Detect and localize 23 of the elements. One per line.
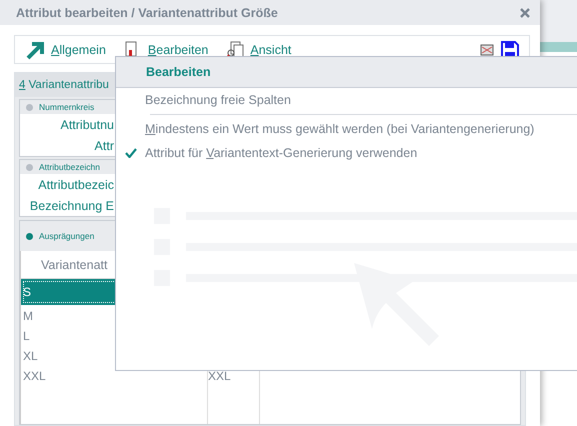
table-cell-text: XXL	[207, 368, 231, 382]
menu-item[interactable]: Mindestens ein Wert muss gewählt werden (bei Variantengenerierung)	[145, 122, 534, 136]
table-cell-text: L	[22, 328, 31, 342]
menu-item[interactable]: Attribut für Variantentext-Generierung verwenden	[145, 146, 418, 160]
panel-title[interactable]: 4 Variantenattribu	[19, 79, 109, 91]
section-title: Attributbezeichn	[39, 162, 100, 172]
toolbar-menu-button[interactable]: Allgemein	[25, 40, 106, 60]
field-label: Attributnu	[60, 118, 114, 132]
window-title: Attribut bearbeiten / Variantenattribut Größe	[16, 6, 278, 20]
table-cell-text: XXL	[22, 368, 47, 382]
arrow-icon	[25, 40, 45, 60]
column-header: Variantenatt	[40, 258, 108, 272]
menu-title: Bearbeiten	[116, 57, 577, 88]
table-cell-text: M	[22, 308, 34, 322]
menu-item[interactable]: Bezeichnung freie Spalten	[145, 93, 291, 107]
section-title: Nummernkreis	[39, 102, 94, 112]
field-label: Attr	[94, 139, 114, 153]
field-label: Bezeichnung E	[30, 199, 114, 213]
table-cell-text: XL	[22, 348, 39, 362]
toolbox-icon	[479, 42, 495, 58]
field-label: Attributbezeic	[38, 178, 114, 192]
section-title: Ausprägungen	[39, 231, 94, 241]
table-cell-text: S	[22, 285, 32, 299]
